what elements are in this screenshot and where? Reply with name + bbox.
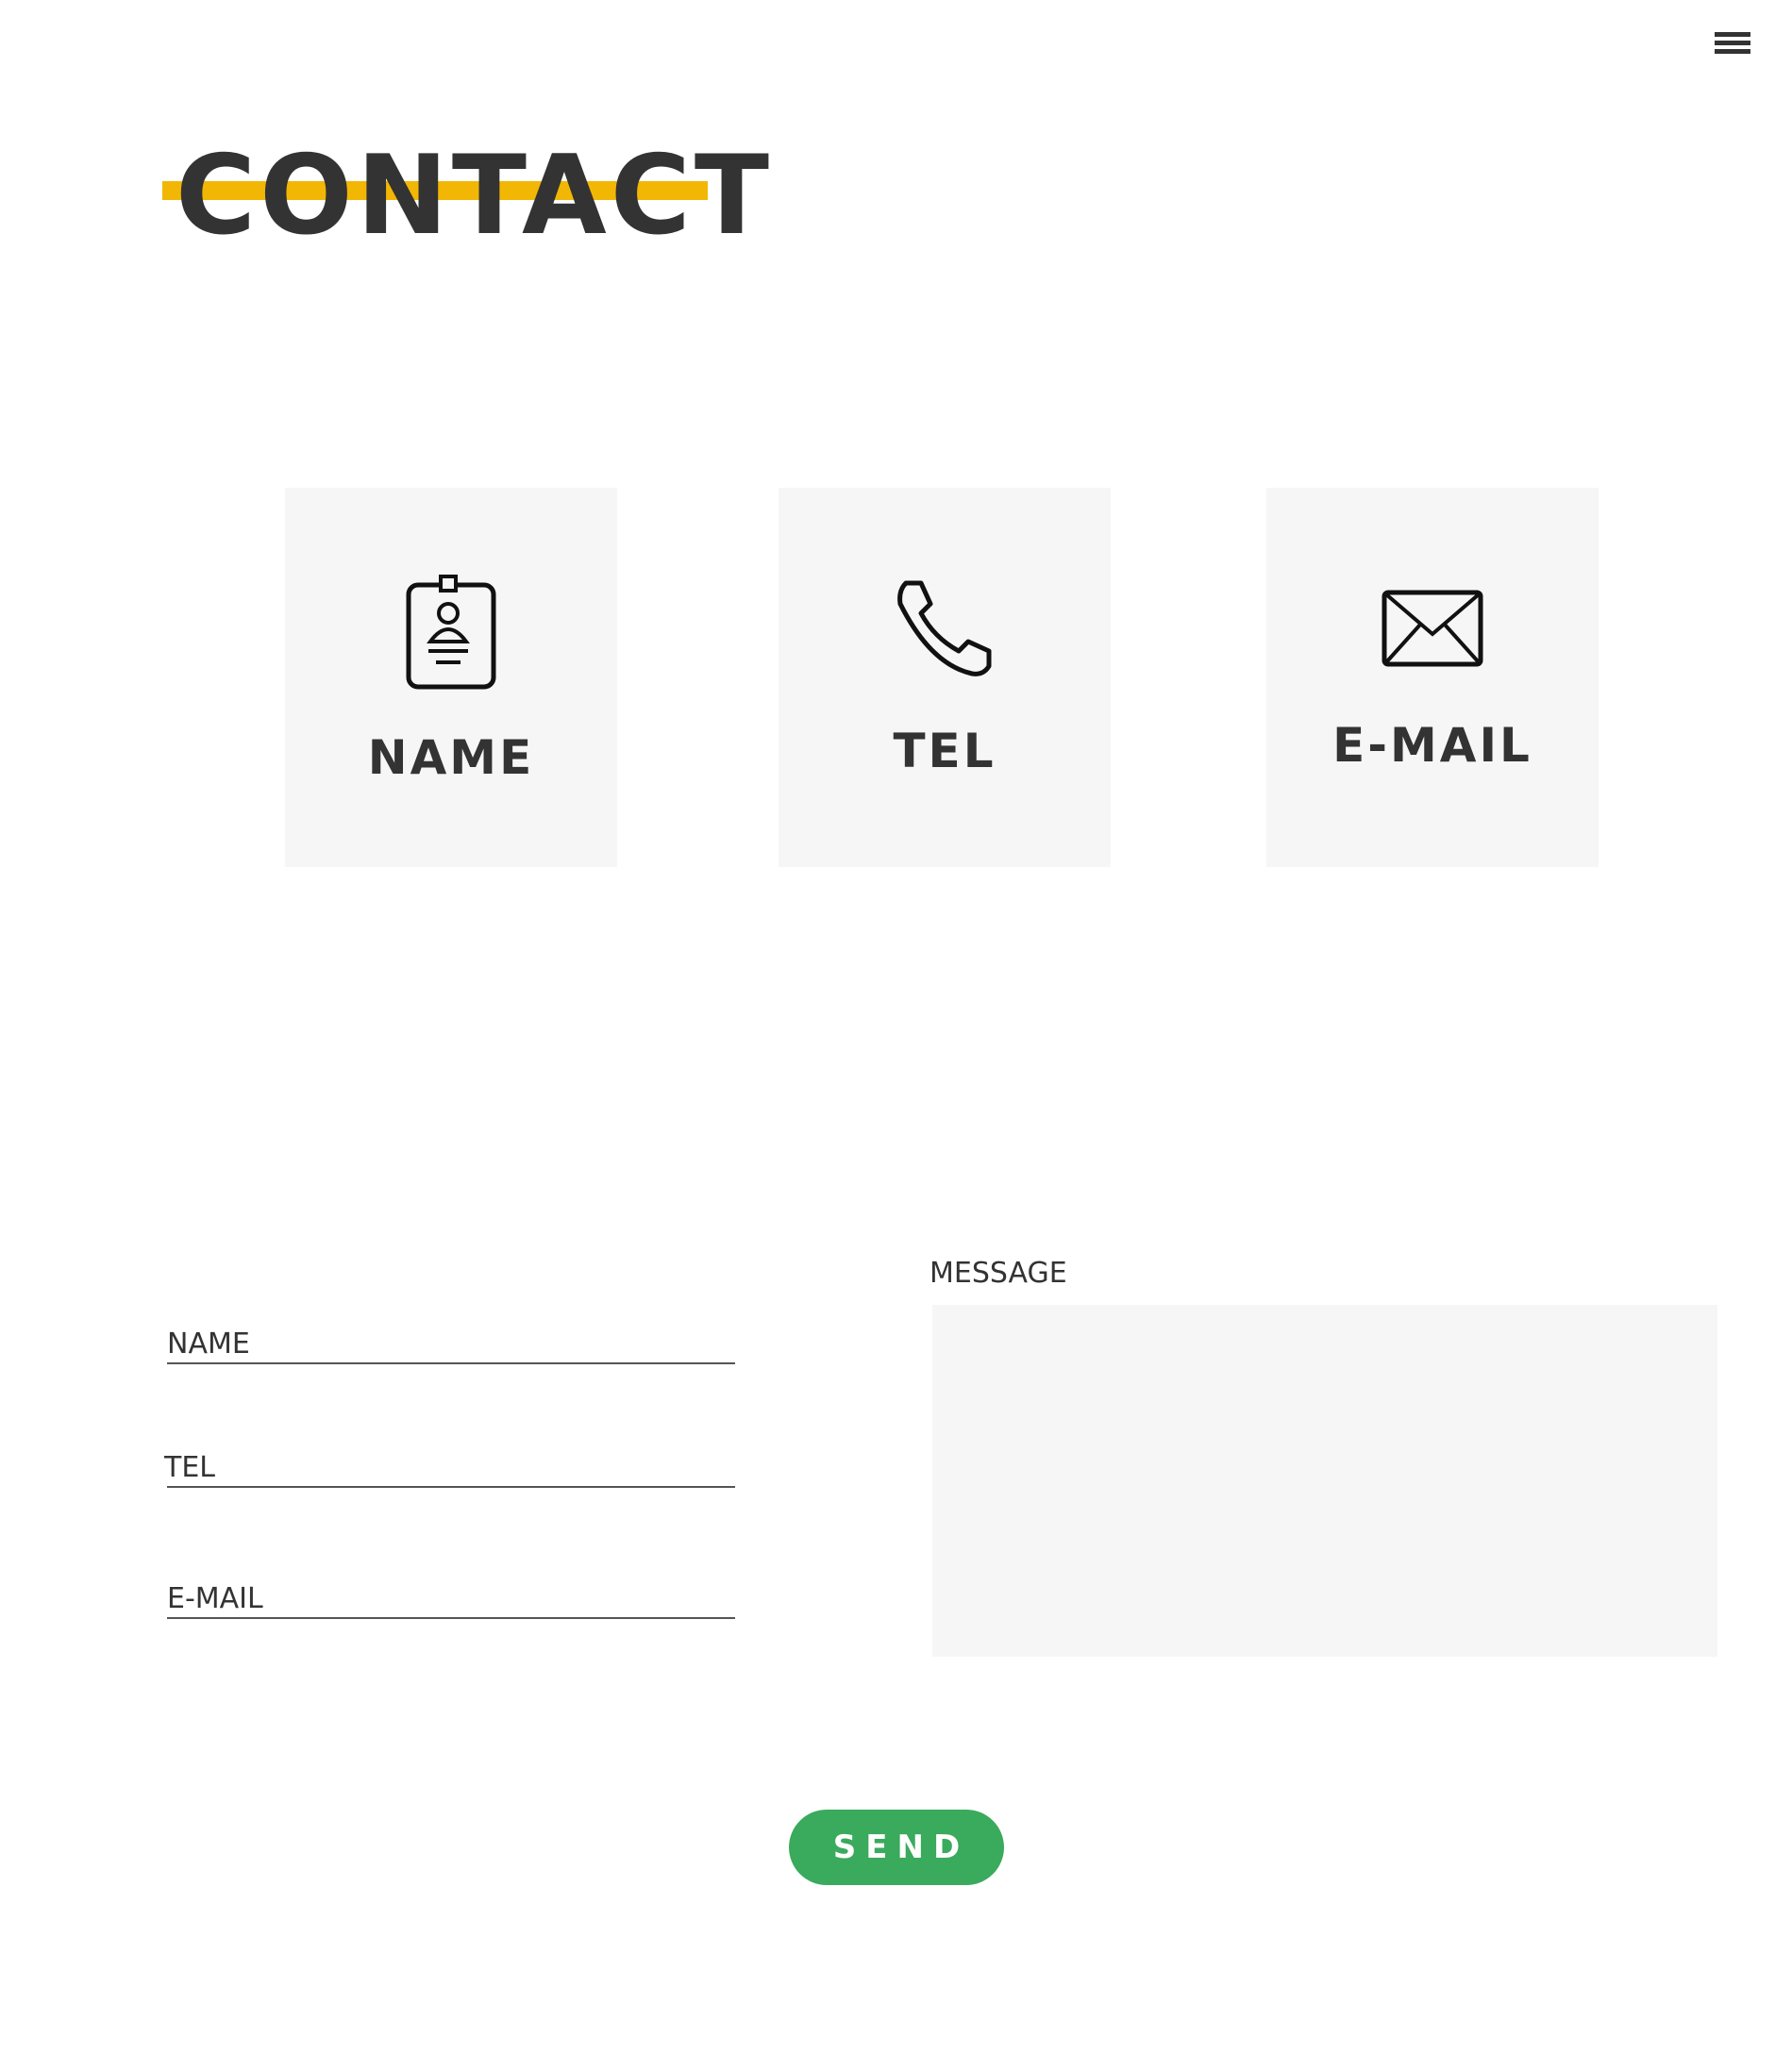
card-label-name: NAME [367, 730, 535, 785]
menu-line [1715, 41, 1750, 45]
email-input[interactable] [167, 1582, 735, 1615]
name-field[interactable] [167, 1317, 735, 1364]
name-input[interactable] [167, 1327, 735, 1361]
send-button[interactable]: SEND [789, 1810, 1004, 1885]
id-badge-icon [285, 574, 617, 697]
card-label-email: E-MAIL [1332, 718, 1532, 773]
envelope-icon [1266, 589, 1599, 673]
tel-input[interactable] [164, 1451, 732, 1484]
contact-card-name[interactable]: NAME [285, 488, 617, 867]
menu-line [1715, 49, 1750, 54]
email-field[interactable] [167, 1572, 735, 1619]
contact-card-tel[interactable]: TEL [779, 488, 1111, 867]
card-label-tel: TEL [893, 724, 996, 778]
message-label: MESSAGE [929, 1257, 1067, 1290]
page-title-block: CONTACT [162, 142, 769, 255]
message-textarea[interactable] [932, 1305, 1717, 1657]
contact-card-email[interactable]: E-MAIL [1266, 488, 1599, 867]
page-title: CONTACT [176, 132, 773, 259]
hamburger-menu-icon[interactable] [1715, 32, 1752, 62]
tel-field[interactable] [164, 1441, 735, 1488]
phone-icon [779, 576, 1111, 684]
menu-line [1715, 32, 1750, 37]
